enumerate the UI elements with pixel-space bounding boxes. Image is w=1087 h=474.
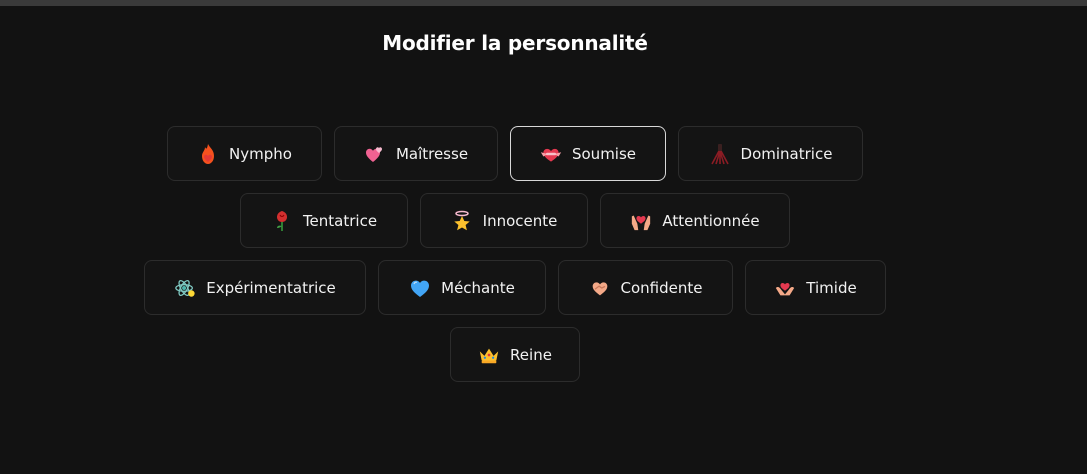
personality-option-mechante[interactable]: Méchante [378,260,546,315]
personality-option-maitresse[interactable]: Maîtresse [334,126,498,181]
crown-icon [478,344,500,366]
personality-option-confidente[interactable]: Confidente [558,260,733,315]
personality-label: Tentatrice [302,211,378,230]
personality-label: Reine [510,345,552,364]
personality-row-3: Expérimentatrice Méchante Confidente Tim… [0,260,1030,315]
heart-hands-icon [774,277,796,299]
personality-option-timide[interactable]: Timide [745,260,886,315]
personality-option-tentatrice[interactable]: Tentatrice [240,193,408,248]
page-title: Modifier la personnalité [382,31,648,55]
personality-row-1: Nympho Maîtresse Soumise Dominatrice [0,126,1030,181]
personality-label: Dominatrice [740,144,833,163]
flame-heart-icon [197,143,219,165]
window-top-bar [0,0,1087,6]
personality-label: Innocente [482,211,558,230]
personality-option-experimentatrice[interactable]: Expérimentatrice [144,260,366,315]
personality-label: Méchante [441,278,515,297]
hands-heart-icon [630,210,652,232]
pink-hearts-icon [364,143,386,165]
personality-label: Confidente [620,278,703,297]
personality-option-innocente[interactable]: Innocente [420,193,588,248]
personality-option-soumise[interactable]: Soumise [510,126,666,181]
personality-label: Expérimentatrice [206,278,336,297]
personality-row-2: Tentatrice Innocente Attentionnée [0,193,1030,248]
halo-star-icon [451,210,473,232]
personality-option-attentionnee[interactable]: Attentionnée [600,193,790,248]
handshake-icon [589,277,611,299]
personality-label: Maîtresse [395,144,469,163]
atom-icon [174,277,196,299]
personality-label: Timide [806,278,857,297]
personality-label: Soumise [571,144,637,163]
personality-option-dominatrice[interactable]: Dominatrice [678,126,863,181]
rose-icon [271,210,293,232]
personality-label: Attentionnée [662,211,760,230]
personality-row-4: Reine [0,327,1030,382]
blue-heart-icon [409,277,431,299]
personality-option-reine[interactable]: Reine [450,327,580,382]
whip-icon [709,143,731,165]
ribbon-heart-icon [540,143,562,165]
personality-option-nympho[interactable]: Nympho [167,126,322,181]
personality-label: Nympho [229,144,292,163]
